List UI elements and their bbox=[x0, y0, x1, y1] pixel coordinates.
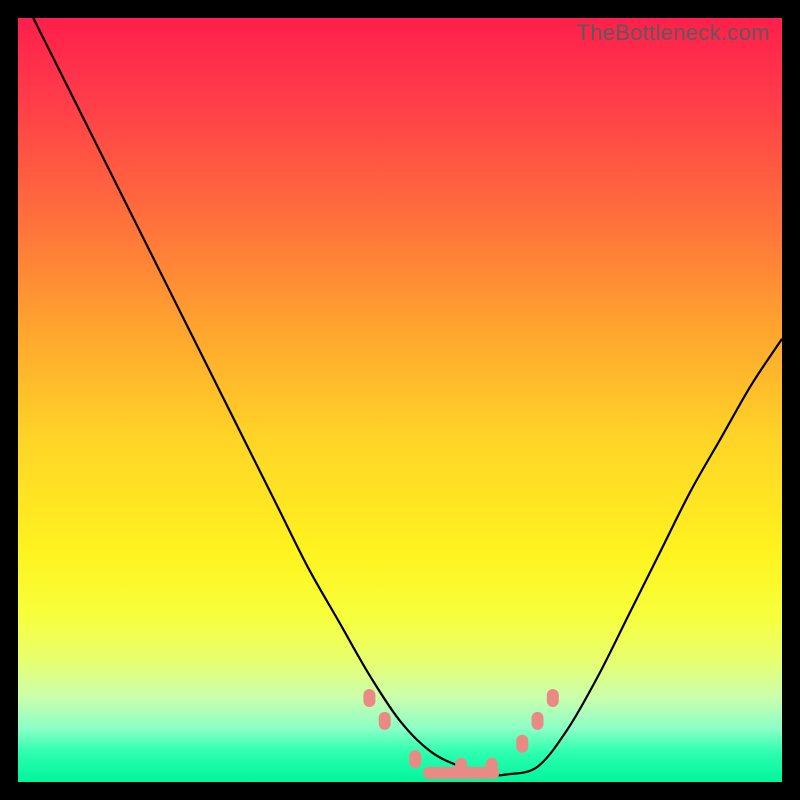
plot-area: TheBottleneck.com bbox=[18, 18, 782, 782]
chart-frame: TheBottleneck.com bbox=[0, 0, 800, 800]
curve-markers bbox=[363, 689, 558, 779]
bottleneck-curve bbox=[33, 18, 782, 775]
curve-marker bbox=[547, 689, 559, 707]
curve-marker bbox=[363, 689, 375, 707]
watermark-text: TheBottleneck.com bbox=[577, 20, 770, 46]
curve-marker-flat bbox=[423, 767, 499, 779]
curve-marker bbox=[379, 712, 391, 730]
curve-marker bbox=[516, 735, 528, 753]
bottleneck-curve-svg bbox=[18, 18, 782, 782]
curve-marker bbox=[409, 750, 421, 768]
curve-marker bbox=[532, 712, 544, 730]
